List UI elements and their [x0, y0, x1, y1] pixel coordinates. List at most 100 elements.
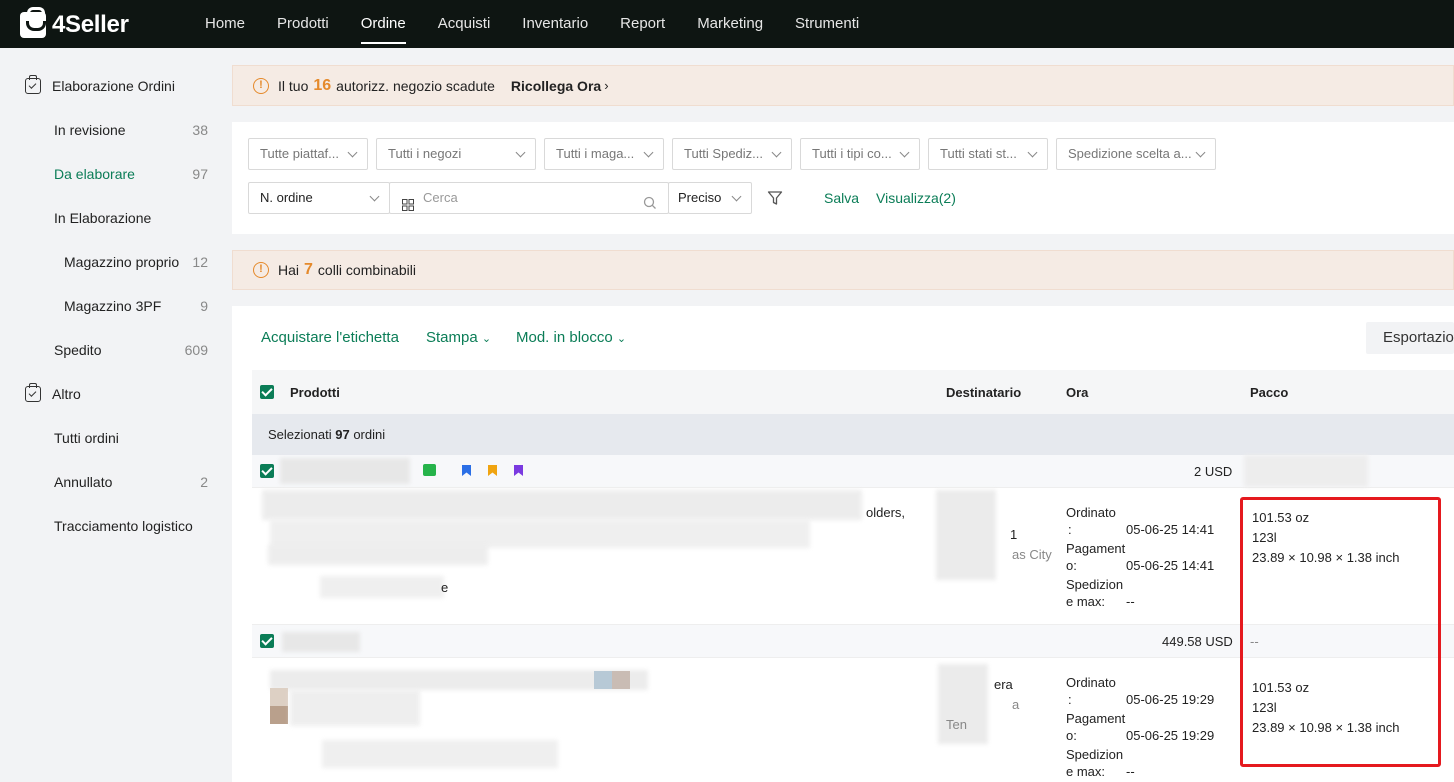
- search-icon[interactable]: [643, 191, 657, 213]
- chevron-right-icon: ›: [604, 78, 609, 93]
- notice-text: Il tuo: [278, 77, 309, 94]
- sidebar-item-magazzino-proprio[interactable]: Magazzino proprio 12: [0, 240, 232, 284]
- sidebar-item-da-elaborare[interactable]: Da elaborare 97: [0, 152, 232, 196]
- package-highlight-box: [1240, 497, 1441, 767]
- header-time: Ora: [1066, 385, 1089, 400]
- chevron-down-icon: ⌄: [616, 333, 627, 345]
- bulk-edit-menu[interactable]: Mod. in blocco ⌄: [516, 329, 626, 346]
- select-value: Spedizione scelta a...: [1068, 146, 1192, 161]
- sidebar-item-label: Da elaborare: [54, 166, 135, 182]
- orange-flag-icon[interactable]: [488, 465, 497, 476]
- app-logo[interactable]: 4Seller: [20, 7, 129, 39]
- ordered-label: Ordinato: [1066, 675, 1116, 690]
- chevron-down-icon: [369, 191, 380, 202]
- ordered-label: Ordinato: [1066, 505, 1116, 520]
- chevron-down-icon: [731, 191, 742, 202]
- redacted-order-id: [282, 632, 360, 652]
- sidebar-group-altro[interactable]: Altro: [0, 372, 232, 416]
- selection-suffix: ordini: [353, 427, 386, 442]
- select-value: Tutti Spediz...: [684, 146, 763, 161]
- sidebar-item-tutti-ordini[interactable]: Tutti ordini: [0, 416, 232, 460]
- nav-report[interactable]: Report: [620, 0, 665, 48]
- status-select[interactable]: Tutti stati st...: [928, 138, 1048, 170]
- nav-marketing[interactable]: Marketing: [697, 0, 763, 48]
- ship-max-label-suffix: e max:: [1066, 764, 1106, 779]
- nav-prodotti[interactable]: Prodotti: [277, 0, 329, 48]
- recipient-fragment: as City: [1012, 547, 1052, 562]
- select-value: Tutti i tipi co...: [812, 146, 892, 161]
- paid-date: 05-06-25 19:29: [1126, 728, 1215, 743]
- sidebar-item-label: Tracciamento logistico: [54, 518, 193, 534]
- nav-home[interactable]: Home: [205, 0, 245, 48]
- redacted-product-thumbnail: [612, 671, 630, 689]
- type-select[interactable]: Tutti i tipi co...: [800, 138, 920, 170]
- paid-label: Pagament: [1066, 541, 1126, 556]
- shipping-choice-select[interactable]: Spedizione scelta a...: [1056, 138, 1216, 170]
- view-button[interactable]: Visualizza(2): [876, 190, 956, 206]
- redacted-package-header: [1244, 455, 1368, 487]
- select-value: Tutti i negozi: [388, 146, 462, 161]
- scan-icon: [402, 192, 414, 211]
- sidebar-item-magazzino-3pf[interactable]: Magazzino 3PF 9: [0, 284, 232, 328]
- blue-flag-icon[interactable]: [462, 465, 471, 476]
- redacted-product-info: [320, 576, 444, 598]
- notice-text[interactable]: colli combinabili: [318, 262, 416, 278]
- recipient-fragment: 1: [1010, 527, 1018, 542]
- ordered-date: 05-06-25 14:41: [1126, 522, 1215, 537]
- sidebar-item-count: 38: [192, 122, 208, 138]
- sidebar: Elaborazione Ordini In revisione 38 Da e…: [0, 48, 232, 782]
- sidebar-item-count: 609: [184, 342, 208, 358]
- sidebar-item-annullato[interactable]: Annullato 2: [0, 460, 232, 504]
- print-menu[interactable]: Stampa ⌄: [426, 329, 491, 346]
- sidebar-item-in-elaborazione[interactable]: In Elaborazione: [0, 196, 232, 240]
- sidebar-item-count: 2: [200, 474, 208, 490]
- chevron-down-icon: [1027, 147, 1038, 158]
- store-select[interactable]: Tutti i negozi: [376, 138, 536, 170]
- platform-select[interactable]: Tutte piattaf...: [248, 138, 368, 170]
- nav-acquisti[interactable]: Acquisti: [438, 0, 491, 48]
- sidebar-item-tracciamento[interactable]: Tracciamento logistico: [0, 504, 232, 548]
- match-select[interactable]: Preciso: [668, 182, 752, 214]
- ordered-label-colon: :: [1068, 692, 1072, 707]
- search-input[interactable]: Cerca: [389, 182, 669, 214]
- export-button[interactable]: Esportazio: [1366, 322, 1454, 354]
- recipient-fragment: Ten: [946, 717, 967, 732]
- clipboard-icon: [25, 383, 41, 402]
- sidebar-item-label: Annullato: [54, 474, 113, 490]
- sidebar-item-label: Magazzino 3PF: [64, 298, 162, 314]
- save-button[interactable]: Salva: [824, 190, 859, 206]
- paid-label: Pagament: [1066, 711, 1126, 726]
- redacted-product-info: [322, 740, 558, 768]
- notice-text: Hai: [278, 262, 300, 278]
- order-checkbox[interactable]: [260, 464, 274, 478]
- paid-label-suffix: o:: [1066, 558, 1077, 573]
- select-value: N. ordine: [260, 190, 313, 205]
- sidebar-item-in-revisione[interactable]: In revisione 38: [0, 108, 232, 152]
- order-checkbox[interactable]: [260, 634, 274, 648]
- chevron-down-icon: [643, 147, 654, 158]
- top-navigation-bar: 4Seller Home Prodotti Ordine Acquisti In…: [0, 0, 1454, 48]
- auth-expired-notice: ! Il tuo 16 autorizz. negozio scadute Ri…: [232, 65, 1454, 106]
- buy-label-button[interactable]: Acquistare l'etichetta: [261, 329, 399, 346]
- sidebar-item-spedito[interactable]: Spedito 609: [0, 328, 232, 372]
- sidebar-group-label: Elaborazione Ordini: [52, 78, 175, 94]
- filter-icon[interactable]: [767, 190, 783, 209]
- app-name: 4Seller: [52, 11, 129, 38]
- warehouse-select[interactable]: Tutti i maga...: [544, 138, 664, 170]
- sidebar-item-label: Magazzino proprio: [64, 254, 180, 270]
- shipping-select[interactable]: Tutti Spediz...: [672, 138, 792, 170]
- nav-inventario[interactable]: Inventario: [522, 0, 588, 48]
- nav-strumenti[interactable]: Strumenti: [795, 0, 859, 48]
- ship-max-label: Spedizion: [1066, 747, 1124, 762]
- sidebar-group-elaborazione[interactable]: Elaborazione Ordini: [0, 64, 232, 108]
- ship-max-date: --: [1126, 764, 1135, 779]
- nav-ordine[interactable]: Ordine: [360, 0, 406, 48]
- reconnect-link[interactable]: Ricollega Ora: [511, 78, 601, 94]
- message-icon[interactable]: [423, 464, 436, 476]
- purple-flag-icon[interactable]: [514, 465, 523, 476]
- print-label: Stampa: [426, 329, 478, 346]
- clipboard-icon: [25, 75, 41, 94]
- select-all-checkbox[interactable]: [260, 385, 274, 399]
- sidebar-item-count: 9: [200, 298, 208, 314]
- order-field-select[interactable]: N. ordine: [248, 182, 390, 214]
